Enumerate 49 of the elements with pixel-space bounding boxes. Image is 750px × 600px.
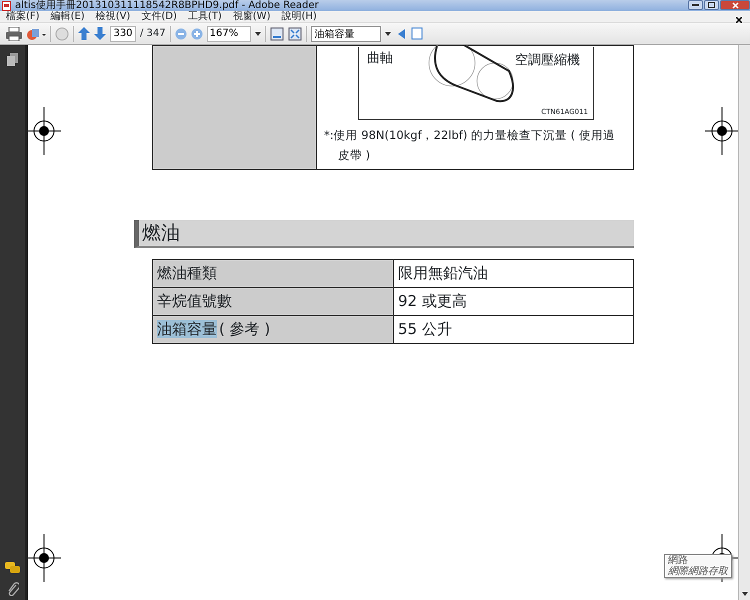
table-cell: 55 公升 — [394, 316, 634, 344]
zoom-field[interactable]: 167% — [206, 26, 251, 42]
comments-icon[interactable] — [4, 562, 20, 574]
print-icon[interactable] — [6, 26, 22, 40]
page-number-field[interactable]: 330 — [110, 26, 136, 42]
section-heading: 燃油 — [134, 220, 634, 248]
tools-icon[interactable] — [26, 26, 46, 40]
fit-width-icon[interactable] — [270, 26, 284, 40]
registration-mark — [28, 107, 61, 155]
caret-icon[interactable] — [254, 32, 261, 36]
menu-item[interactable]: 文件(D) — [141, 10, 177, 22]
pages-icon[interactable] — [7, 53, 18, 66]
arrow-down-icon[interactable] — [94, 27, 106, 40]
menu-item[interactable]: 檔案(F) — [6, 10, 40, 22]
pdf-file-icon — [2, 0, 11, 10]
close-icon — [732, 2, 738, 8]
menu-item[interactable]: 視窗(W) — [232, 10, 270, 22]
registration-mark — [28, 534, 61, 582]
table-cell: 92 或更高 — [394, 288, 634, 316]
table-cell: 燃油種類 — [152, 260, 394, 288]
tooltip-text: 網際網路存取 — [668, 566, 728, 577]
close-button[interactable] — [720, 0, 750, 10]
table-cell: 限用無鉛汽油 — [394, 260, 634, 288]
caret-icon[interactable] — [384, 32, 391, 36]
minimize-icon — [692, 4, 699, 6]
page-count: / 347 — [140, 27, 166, 41]
maximize-button[interactable] — [704, 0, 719, 10]
scrollbar[interactable] — [738, 45, 750, 600]
scroll-down-icon[interactable] — [742, 592, 748, 596]
maximize-icon — [708, 2, 715, 8]
registration-mark — [705, 107, 738, 155]
attachment-icon[interactable] — [6, 582, 18, 596]
search-field[interactable]: 油箱容量 — [310, 26, 381, 42]
close-icon[interactable] — [736, 17, 742, 23]
menu-item[interactable]: 編輯(E) — [50, 10, 85, 22]
table-cell: 辛烷值號數 — [152, 288, 394, 316]
next-result-icon[interactable] — [410, 27, 423, 40]
menu-item[interactable]: 檢視(V) — [96, 10, 130, 22]
fit-page-icon[interactable] — [288, 26, 302, 40]
tooltip-title: 網路 — [668, 555, 689, 566]
arrow-up-icon[interactable] — [78, 27, 90, 40]
diagram-label: 空調壓縮機 — [515, 52, 580, 70]
menu-item[interactable]: 說明(H) — [281, 10, 317, 22]
minimize-button[interactable] — [688, 0, 703, 10]
footnote: *:使用 98N(10kgf，22lbf) 的力量檢查下沉量 ( 使用過皮帶 ) — [323, 127, 616, 164]
diagram-label: 曲軸 — [367, 50, 393, 68]
window-title: altis使用手冊201310311118542R8BPHD9.pdf - Adobe Reader — [15, 0, 319, 11]
menu-item[interactable]: 工具(T) — [188, 10, 222, 22]
table-cell: 油箱容量( 參考 ) — [152, 316, 394, 344]
